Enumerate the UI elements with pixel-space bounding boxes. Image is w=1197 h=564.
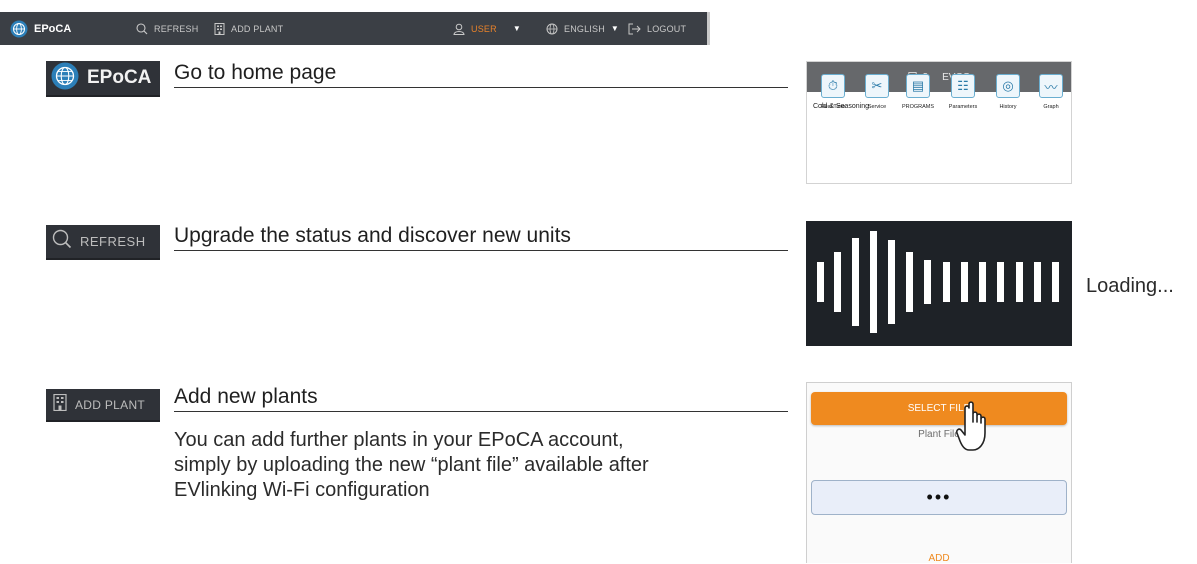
- add-button[interactable]: ADD: [807, 553, 1071, 564]
- loading-bar: [817, 262, 824, 302]
- menu-parameters[interactable]: ☷ Parameters: [946, 74, 980, 110]
- badge-label: ADD PLANT: [75, 397, 146, 412]
- search-icon: [136, 22, 148, 35]
- legend-title-refresh: Upgrade the status and discover new unit…: [174, 223, 788, 251]
- home-link[interactable]: EPoCA: [10, 12, 71, 45]
- building-icon: [214, 22, 225, 35]
- programs-icon: ▤: [906, 74, 930, 98]
- refresh-label: REFRESH: [154, 23, 199, 34]
- globe-icon: [10, 20, 28, 38]
- loading-animation: [806, 221, 1072, 346]
- loading-label: Loading...: [1086, 275, 1174, 297]
- legend-title-add-plant: Add new plants: [174, 384, 788, 412]
- building-icon: [53, 393, 67, 416]
- user-icon: [453, 23, 465, 35]
- plant-file-label: Plant File: [918, 429, 960, 440]
- loading-bar: [979, 262, 986, 302]
- logout-button[interactable]: LOGOUT: [628, 12, 686, 45]
- language-label: ENGLISH: [564, 23, 605, 34]
- plant-upload-panel: SELECT FILE Plant File ••• ADD: [806, 382, 1072, 564]
- globe-outline-icon: [546, 23, 558, 35]
- badge-add-plant: ADD PLANT: [46, 389, 160, 422]
- history-icon: ◎: [996, 74, 1020, 98]
- loading-bar: [870, 231, 877, 333]
- search-icon: [52, 229, 72, 254]
- loading-bar: [834, 252, 841, 312]
- loading-bar: [1034, 262, 1041, 302]
- badge-refresh: REFRESH: [46, 225, 160, 260]
- loading-bar: [888, 240, 895, 324]
- loading-bar: [943, 262, 950, 302]
- logout-label: LOGOUT: [647, 23, 687, 34]
- select-file-button[interactable]: SELECT FILE: [811, 392, 1067, 425]
- globe-icon: [51, 62, 79, 95]
- user-label: USER: [471, 23, 497, 34]
- user-menu[interactable]: USER ▼: [453, 12, 521, 45]
- menu-service[interactable]: ✂ Service: [860, 74, 894, 110]
- sliders-icon: ☷: [951, 74, 975, 98]
- navbar-edge: [707, 12, 710, 45]
- badge-epoca: EPoCA: [46, 61, 160, 97]
- caret-down-icon: ▼: [610, 24, 620, 33]
- plant-file-field[interactable]: •••: [811, 480, 1067, 515]
- loading-bar: [924, 260, 931, 304]
- menu-graph[interactable]: 〰 Graph: [1034, 74, 1068, 110]
- logout-icon: [628, 23, 641, 35]
- loading-bar: [997, 262, 1004, 302]
- legend-title-home: Go to home page: [174, 60, 788, 88]
- add-plant-description: You can add further plants in your EPoCA…: [174, 429, 649, 501]
- loading-bar: [906, 252, 913, 312]
- menu-history[interactable]: ◎ History: [991, 74, 1025, 110]
- refresh-button[interactable]: REFRESH: [136, 12, 198, 45]
- loading-bar: [1016, 262, 1023, 302]
- caret-down-icon: ▼: [512, 24, 521, 33]
- badge-label: REFRESH: [80, 234, 146, 249]
- language-selector[interactable]: ENGLISH ▼: [546, 12, 619, 45]
- tools-icon: ✂: [865, 74, 889, 98]
- badge-label: EPoCA: [87, 67, 152, 88]
- add-plant-label: ADD PLANT: [231, 23, 284, 34]
- menu-programs[interactable]: ▤ PROGRAMS: [901, 74, 935, 110]
- graph-icon: 〰: [1039, 74, 1063, 98]
- hand-pointer-icon: [951, 398, 991, 463]
- loading-bar: [961, 262, 968, 302]
- add-plant-button[interactable]: ADD PLANT: [214, 12, 283, 45]
- top-navbar: EPoCA REFRESH ADD PLANT USER ▼ ENGLISH ▼…: [0, 12, 710, 45]
- loading-bar: [852, 238, 859, 326]
- menu-real-time[interactable]: ⏱ Real Time: [816, 74, 850, 110]
- loading-bar: [1052, 262, 1059, 302]
- stopwatch-icon: ⏱: [821, 74, 845, 98]
- brand-name: EPoCA: [34, 22, 72, 35]
